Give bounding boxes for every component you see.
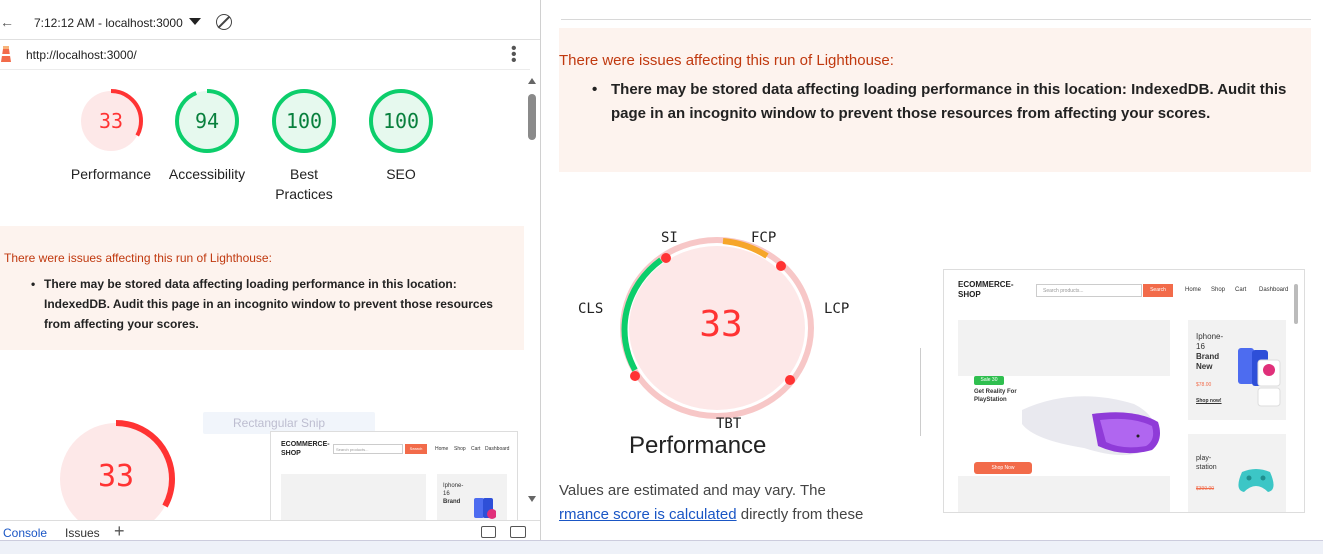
arrow-left-icon[interactable]: ← xyxy=(0,14,14,30)
gauge-score: 94 xyxy=(194,109,220,133)
window-bottom-edge xyxy=(0,540,1323,554)
sale-badge: Sale 30 xyxy=(974,376,1004,385)
tab-console[interactable]: Console xyxy=(3,526,47,540)
product-price: $399.00 xyxy=(1196,486,1215,492)
ecommerce-screenshot: ECOMMERCE- SHOP Search products... Search… xyxy=(271,432,517,520)
estimate-note: Values are estimated and may vary. The r… xyxy=(559,479,919,527)
calculator-link[interactable]: rmance score is calculated xyxy=(559,506,737,523)
devtools-window: ← 7:12:12 AM - localhost:3000 http://loc… xyxy=(0,0,1323,554)
caret-down-icon[interactable] xyxy=(189,18,201,25)
banner-placeholder xyxy=(958,320,1170,376)
shop-nav-shop: Shop xyxy=(1211,287,1226,293)
scroll-up-icon[interactable] xyxy=(528,78,536,84)
performance-metrics-gauge[interactable]: 33 SI FCP LCP TBT CLS xyxy=(578,228,849,438)
metric-lcp[interactable]: LCP xyxy=(824,301,849,317)
warning-item: There may be stored data affecting loadi… xyxy=(592,78,1291,126)
metric-si[interactable]: SI xyxy=(661,230,678,246)
phone-image xyxy=(1238,348,1281,407)
gauge-score: 100 xyxy=(382,109,420,133)
scroll-thumb[interactable] xyxy=(528,94,536,140)
gauge-label: Best Practices xyxy=(275,166,333,202)
warning-title: There were issues affecting this run of … xyxy=(4,251,272,265)
vr-headset-image xyxy=(1022,396,1160,456)
report-selector[interactable]: 7:12:12 AM - localhost:3000 xyxy=(34,16,183,30)
hero-title: Get Reality For PlayStation xyxy=(974,389,1017,403)
gauge-score: 100 xyxy=(285,109,323,133)
warning-box: There were issues affecting this run of … xyxy=(0,226,524,350)
tab-issues[interactable]: Issues xyxy=(65,526,100,540)
shop-search-button: Search xyxy=(1143,284,1173,297)
shop-search-input: Search products... xyxy=(1036,284,1142,297)
metric-tbt[interactable]: TBT xyxy=(716,416,741,432)
gauge-seo[interactable]: 100 SEO xyxy=(356,88,446,184)
shop-logo: ECOMMERCE- SHOP xyxy=(281,441,330,457)
estimate-text: Values are estimated and may vary. The xyxy=(559,482,826,499)
page-screenshot-thumbnail[interactable]: ECOMMERCE- SHOP Search products... Search… xyxy=(270,431,518,521)
shop-nav-cart: Cart xyxy=(1235,287,1247,293)
shop-nav-dashboard: Dashboard xyxy=(485,446,510,452)
gauge-performance[interactable]: 33 Performance xyxy=(66,88,156,184)
shop-logo: ECOMMERCE- SHOP xyxy=(958,280,1014,299)
url-bar: http://localhost:3000/ • • • xyxy=(0,40,530,70)
product-title: Iphone- 16 Brand New xyxy=(1196,332,1224,371)
warning-box: There were issues affecting this run of … xyxy=(559,28,1311,172)
performance-score: 33 xyxy=(699,304,743,345)
warning-title: There were issues affecting this run of … xyxy=(559,52,894,69)
metric-cls[interactable]: CLS xyxy=(578,301,603,317)
warning-list: There may be stored data affecting loadi… xyxy=(31,274,514,334)
scroll-down-icon[interactable] xyxy=(528,496,536,502)
shop-nav-home: Home xyxy=(1185,287,1202,293)
gauge-label: SEO xyxy=(386,166,416,182)
gauge-score: 33 xyxy=(98,109,124,133)
shop-nav-home: Home xyxy=(435,446,449,452)
ecommerce-screenshot: ECOMMERCE- SHOP Search products... Search… xyxy=(944,270,1304,512)
left-scrollbar[interactable] xyxy=(526,78,538,510)
metric-fcp[interactable]: FCP xyxy=(751,230,776,246)
gamepad-image xyxy=(1238,469,1274,492)
dock-icon[interactable] xyxy=(481,526,496,538)
shop-now-button: Shop Now xyxy=(974,462,1032,474)
page-screenshot-thumbnail[interactable]: ECOMMERCE- SHOP Search products... Search… xyxy=(943,269,1305,513)
devtools-drawer: Console Issues + xyxy=(0,520,540,540)
shop-search-button: Search xyxy=(405,444,427,454)
gauge-score: 33 xyxy=(97,459,135,494)
product-link: Shop now! xyxy=(1196,398,1222,404)
gauge-label: Accessibility xyxy=(168,166,246,182)
gauge-accessibility[interactable]: 94 Accessibility xyxy=(162,88,252,184)
lighthouse-report-panel: ← 7:12:12 AM - localhost:3000 http://loc… xyxy=(0,0,541,540)
shop-nav-cart: Cart xyxy=(471,446,481,452)
product-price: $78.00 xyxy=(1196,382,1212,388)
kebab-icon[interactable]: • • • xyxy=(511,41,517,69)
estimate-tail: directly from these xyxy=(736,506,864,523)
phone-image xyxy=(474,498,496,519)
lighthouse-icon xyxy=(1,46,11,62)
warning-list: There may be stored data affecting loadi… xyxy=(592,78,1291,126)
undock-icon[interactable] xyxy=(510,526,526,538)
report-url[interactable]: http://localhost:3000/ xyxy=(26,48,137,62)
screenshot-scroll-thumb xyxy=(1294,284,1298,324)
performance-title: Performance xyxy=(629,432,767,459)
hero-banner xyxy=(281,474,426,520)
gauge-label: Performance xyxy=(70,166,152,182)
product-title: play-station xyxy=(1196,455,1217,471)
add-tab-icon[interactable]: + xyxy=(114,521,125,540)
block-icon[interactable] xyxy=(216,14,232,30)
divider xyxy=(561,19,1311,20)
shop-nav-dashboard: Dashboard xyxy=(1259,287,1289,293)
shop-search-input: Search products... xyxy=(333,444,403,454)
gauge-best-practices[interactable]: 100 Best Practices xyxy=(259,88,349,204)
content-placeholder xyxy=(958,476,1170,512)
warning-item: There may be stored data affecting loadi… xyxy=(31,274,514,334)
report-toolbar: ← 7:12:12 AM - localhost:3000 xyxy=(0,0,540,40)
product-title: Iphone- 16 Brand xyxy=(443,483,464,505)
shop-nav-shop: Shop xyxy=(454,446,466,452)
divider xyxy=(920,348,921,436)
lighthouse-report-zoomed: There were issues affecting this run of … xyxy=(541,0,1323,540)
